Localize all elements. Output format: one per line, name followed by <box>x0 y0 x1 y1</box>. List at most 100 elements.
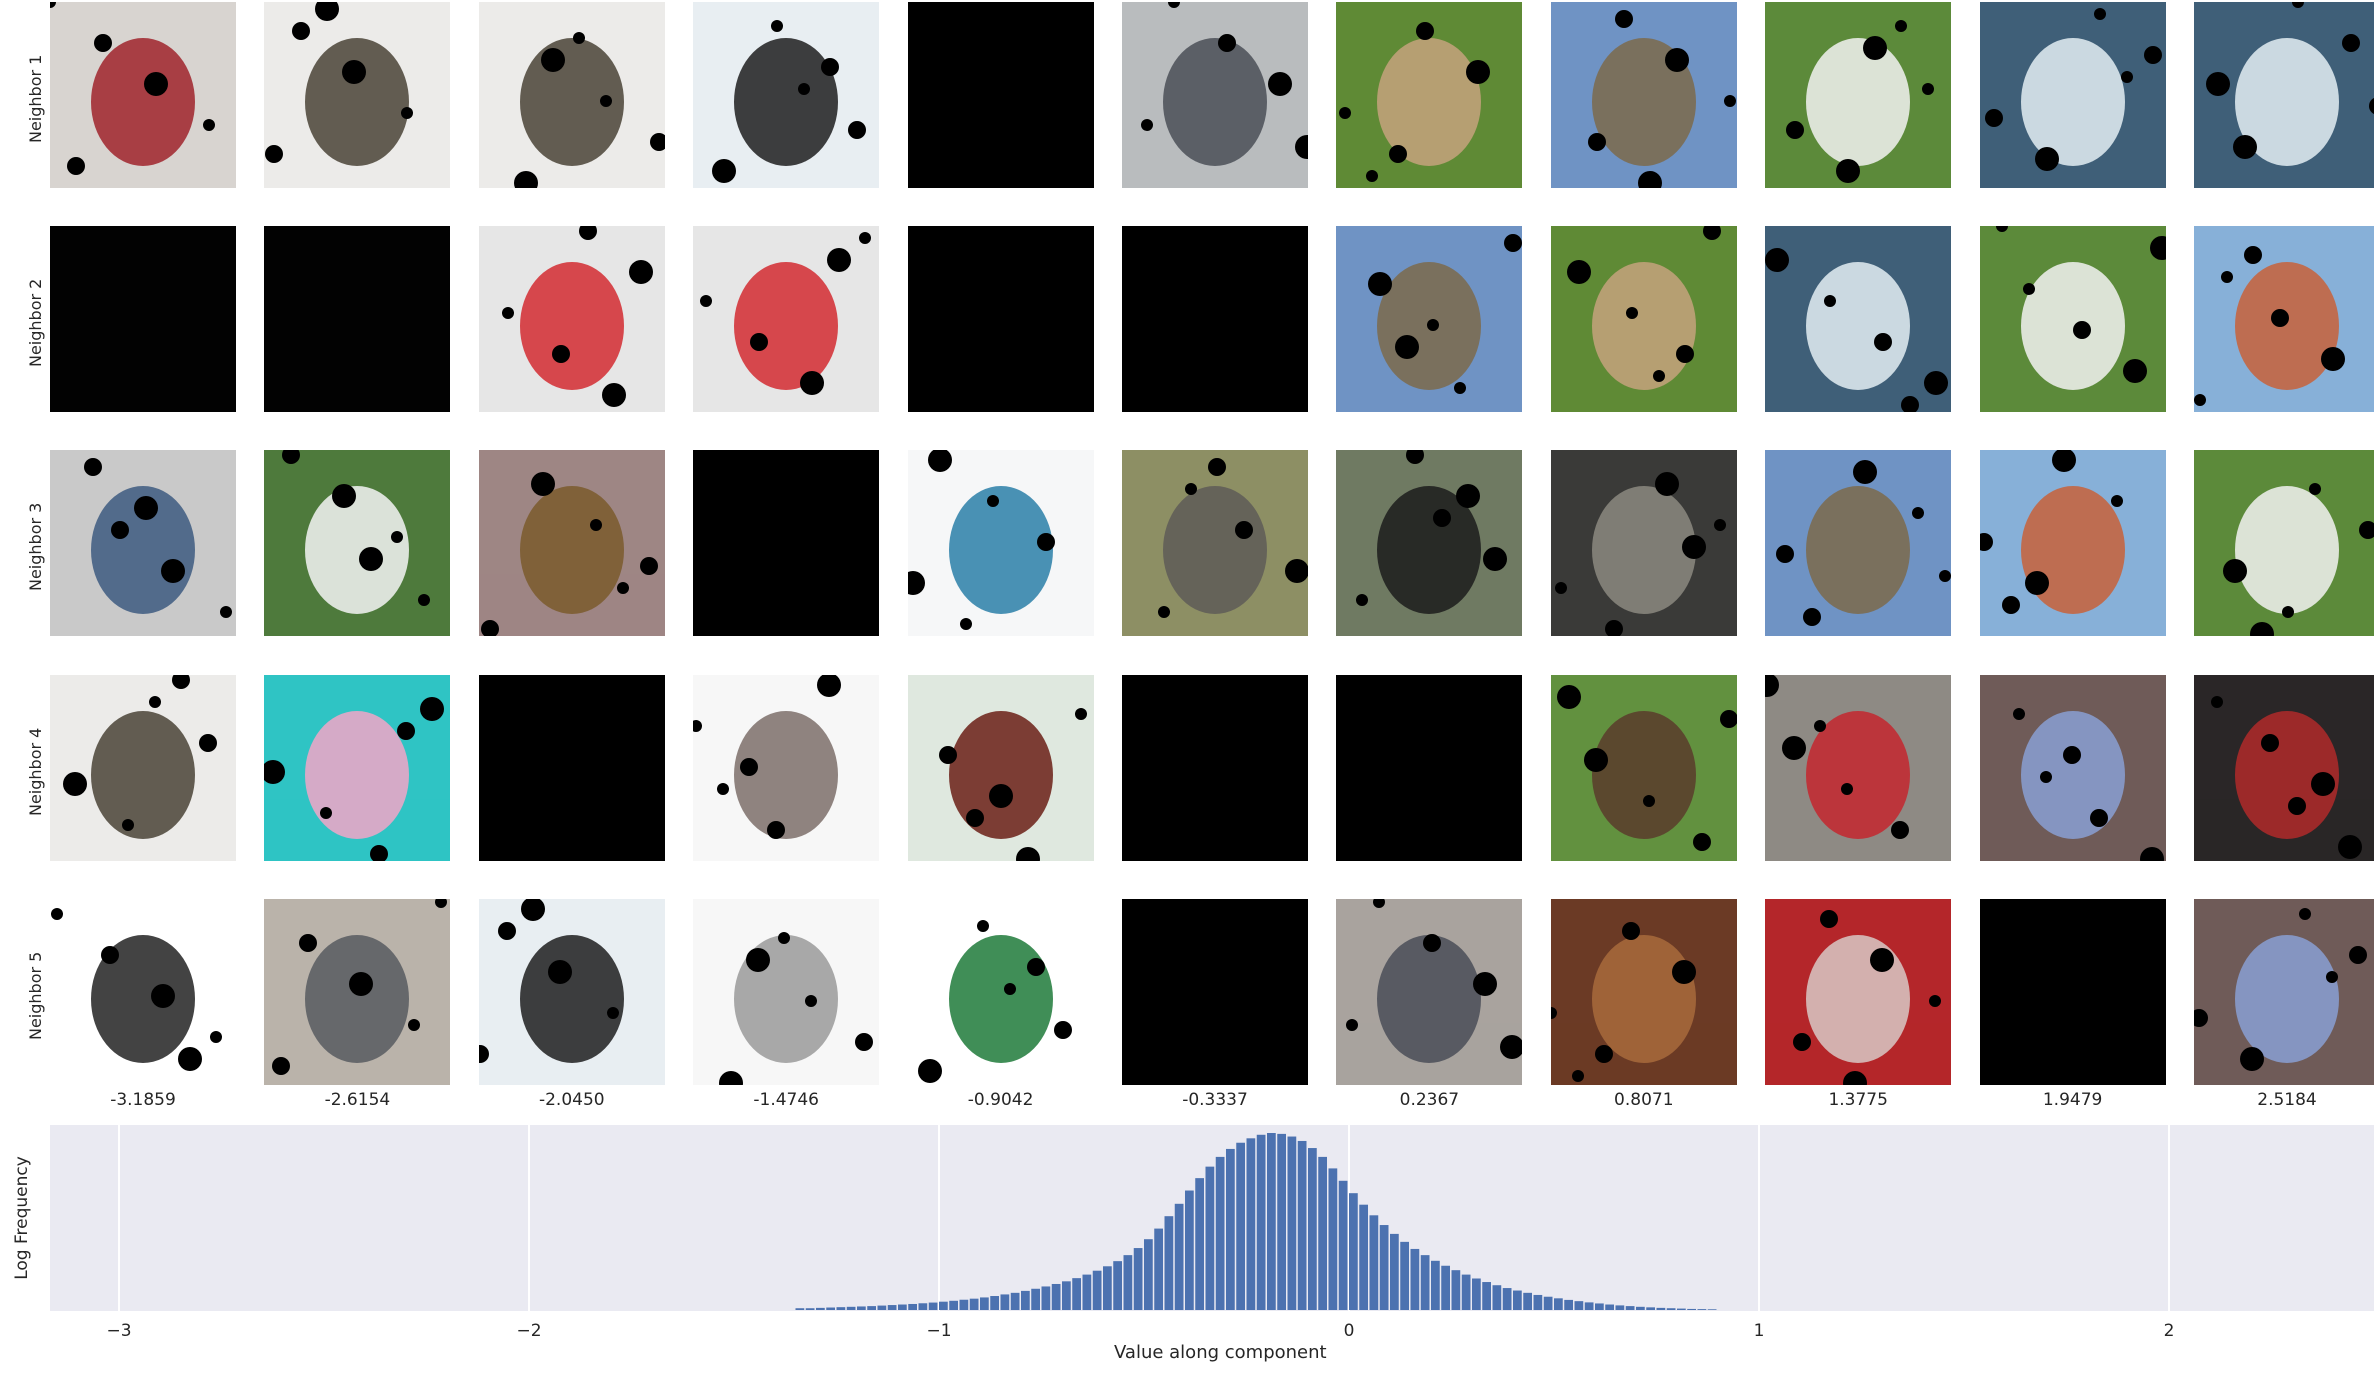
x-tick-label-4: 1 <box>1753 1321 1765 1341</box>
waterfall-photo <box>1765 248 1952 412</box>
histogram-bar-18 <box>980 1297 989 1310</box>
castle-painting-photo <box>2194 246 2374 412</box>
histogram-bar-87 <box>1687 1308 1696 1310</box>
neighbor-thumbnail-r4-c11 <box>2194 675 2374 861</box>
histogram-bar-17 <box>969 1298 979 1310</box>
histogram-bar-66 <box>1472 1278 1481 1310</box>
row-label-neighbor-3: Neighbor 3 <box>26 502 45 591</box>
neighbor-thumbnail-r3-c4 <box>693 450 880 636</box>
histogram-bar-27 <box>1072 1278 1081 1310</box>
brown-dog-photo <box>1550 685 1737 861</box>
histogram-bar-42 <box>1226 1148 1235 1310</box>
histogram-bar-14 <box>939 1301 948 1310</box>
dark-image <box>50 226 236 412</box>
histogram-svg <box>50 1125 2374 1311</box>
neighbor-thumbnail-r1-c9 <box>1765 2 1952 188</box>
dogs-on-grass-photo <box>1550 226 1737 412</box>
histogram-bar-55 <box>1359 1204 1368 1310</box>
histogram-bar-54 <box>1349 1193 1358 1310</box>
dark-image <box>1980 899 2166 1085</box>
histogram-bar-10 <box>898 1304 907 1310</box>
dog-harness-photo <box>1765 675 1952 861</box>
histogram-bar-83 <box>1646 1307 1655 1310</box>
histogram-bar-64 <box>1451 1270 1461 1310</box>
neighbor-thumbnail-r2-c9 <box>1765 226 1952 412</box>
neighbor-thumbnail-r2-c11 <box>2194 226 2374 412</box>
neighbor-thumbnail-r1-c3 <box>478 2 665 188</box>
camera-photo <box>478 899 665 1085</box>
neighbor-thumbnail-r4-c9 <box>1765 675 1952 861</box>
person-jacket-photo <box>50 2 236 188</box>
histogram-bar-70 <box>1513 1290 1522 1310</box>
histogram-bar-25 <box>1051 1283 1061 1310</box>
neighbor-thumbnail-r3-c3 <box>478 450 665 636</box>
column-value-label-10: 1.9479 <box>2042 1090 2103 1110</box>
neighbor-thumbnail-r1-c4 <box>693 2 880 188</box>
neighbor-thumbnail-r1-c11 <box>2194 2 2374 188</box>
neighbor-thumbnail-r2-c2 <box>264 226 451 412</box>
histogram-bar-67 <box>1482 1282 1491 1310</box>
street-crowd-photo <box>1122 2 1308 188</box>
histogram-bar-22 <box>1021 1290 1030 1310</box>
column-value-label-2: -2.6154 <box>324 1090 391 1110</box>
histogram-bar-4 <box>836 1307 846 1310</box>
dogs-on-grass-photo <box>1336 22 1523 188</box>
neighbor-thumbnail-r4-c5 <box>907 675 1094 861</box>
histogram-bar-26 <box>1062 1281 1071 1310</box>
neighbor-thumbnail-r2-c8 <box>1550 226 1737 412</box>
histogram-bar-53 <box>1338 1180 1348 1310</box>
neighbor-thumbnail-r5-c2 <box>264 899 451 1085</box>
histogram-bar-77 <box>1584 1302 1594 1310</box>
town-scene-photo <box>1550 10 1737 188</box>
histogram-bar-49 <box>1297 1140 1307 1310</box>
locomotive-photo <box>2194 696 2374 861</box>
neighbor-thumbnail-r1-c7 <box>1336 2 1523 188</box>
histogram-bar-79 <box>1605 1304 1614 1310</box>
histogram-bar-37 <box>1174 1203 1184 1310</box>
white-dog-photo <box>2194 483 2374 636</box>
neighbor-thumbnail-r5-c11 <box>2194 899 2374 1085</box>
histogram-bar-56 <box>1369 1215 1379 1310</box>
dark-image <box>1122 675 1308 861</box>
histogram-bar-16 <box>959 1299 969 1310</box>
cassette-photo <box>264 697 451 861</box>
histogram-bar-6 <box>857 1306 866 1310</box>
neighbor-thumbnail-r5-c10 <box>1979 899 2166 1085</box>
castle-painting-photo <box>1979 450 2166 636</box>
histogram-bar-9 <box>887 1305 897 1310</box>
histogram-bar-52 <box>1328 1168 1338 1310</box>
histogram-bar-43 <box>1236 1142 1245 1310</box>
x-tick-label-1: −2 <box>516 1321 542 1341</box>
column-value-label-3: -2.0450 <box>538 1090 605 1110</box>
neighbor-thumbnail-r5-c1 <box>50 899 236 1085</box>
x-tick-label-0: −3 <box>106 1321 132 1341</box>
histogram-bar-32 <box>1123 1255 1133 1310</box>
histogram-bar-7 <box>867 1306 876 1310</box>
neighbor-thumbnail-r3-c2 <box>264 450 451 636</box>
histogram-bar-86 <box>1677 1308 1686 1310</box>
sitting-dog-photo <box>1550 922 1737 1085</box>
x-tick-label-2: −1 <box>926 1321 952 1341</box>
histogram-bar-62 <box>1431 1260 1440 1310</box>
camera-photo <box>693 20 880 188</box>
neighbor-thumbnail-r4-c10 <box>1979 675 2166 861</box>
column-value-label-5: -0.9042 <box>967 1090 1034 1110</box>
dark-image <box>1122 899 1308 1085</box>
jeans-photo <box>50 458 236 636</box>
histogram-bar-12 <box>918 1303 928 1310</box>
histogram-bar-75 <box>1564 1299 1573 1310</box>
histogram-bar-1 <box>805 1308 815 1310</box>
neighbor-thumbnail-r2-c10 <box>1979 226 2166 412</box>
neighbor-thumbnail-r1-c5 <box>907 2 1094 188</box>
colour-chart-photo <box>50 908 236 1085</box>
neighbor-thumbnail-r5-c3 <box>478 899 665 1085</box>
histogram-bar-58 <box>1390 1233 1399 1310</box>
histogram-bar-21 <box>1010 1292 1020 1310</box>
histogram-bar-65 <box>1461 1274 1471 1310</box>
x-tick-label-3: 0 <box>1343 1321 1355 1341</box>
neighbor-thumbnail-r1-c6 <box>1122 2 1308 188</box>
histogram-plot-area <box>50 1125 2374 1311</box>
neighbor-thumbnail-r1-c2 <box>264 2 451 188</box>
dark-image <box>908 2 1094 188</box>
costume-figure-photo <box>478 32 665 188</box>
